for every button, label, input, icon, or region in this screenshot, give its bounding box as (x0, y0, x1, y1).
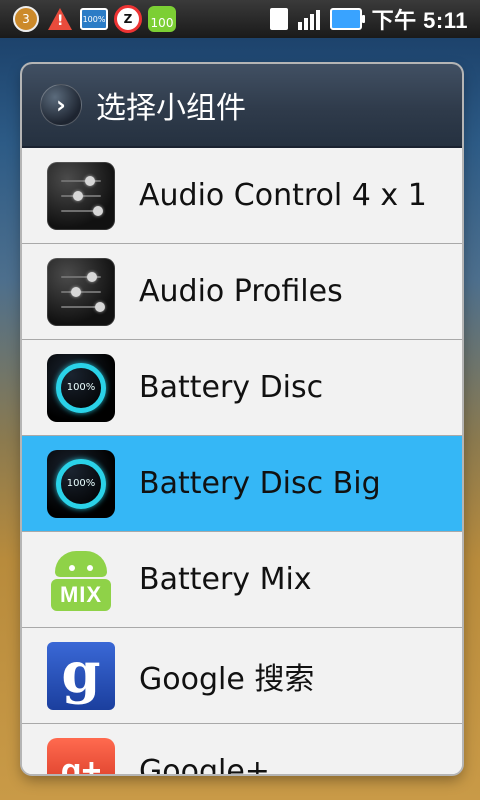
list-item-label: Audio Profiles (139, 274, 343, 309)
battery-widget-text: 100% (80, 8, 108, 30)
battery-widget-icon: 100% (80, 5, 108, 33)
google-search-icon: g (47, 639, 115, 710)
alarm-letter: Z (114, 5, 142, 33)
list-item-battery-disc-big[interactable]: 100% Battery Disc Big (22, 436, 462, 532)
battery-percent-text: 100% (66, 478, 96, 489)
list-item-label: Battery Disc (139, 370, 324, 405)
battery-ring-icon: 100% (56, 362, 106, 413)
list-item-audio-profiles[interactable]: Audio Profiles (22, 244, 462, 340)
battery-icon (329, 8, 365, 30)
status-time: 下午 5:11 (371, 8, 468, 33)
list-item-audio-control[interactable]: Audio Control 4 x 1 (22, 148, 462, 244)
battery-percent-text: 100% (66, 382, 96, 393)
list-item-label: Google+ (139, 754, 270, 774)
list-item-label: Google 搜索 (139, 661, 315, 697)
system-status: 下午 5:11 (269, 3, 480, 35)
list-item-label: Battery Disc Big (139, 466, 381, 501)
battery-mix-icon: MIX (47, 546, 115, 614)
signal-strength-icon (297, 8, 320, 30)
list-item-label: Battery Mix (139, 562, 312, 597)
notification-icons: 3 ! 100% Z 100 (0, 5, 176, 33)
notification-count-badge: 3 (13, 6, 39, 32)
list-item-google-plus[interactable]: g+ Google+ (22, 724, 462, 774)
battery-ring-icon: 100% (56, 458, 106, 509)
list-item-battery-mix[interactable]: MIX Battery Mix (22, 532, 462, 628)
android-notification-badge: 100 (148, 6, 176, 32)
google-plus-icon: g+ (47, 737, 115, 774)
battery-disc-icon: 100% (47, 353, 115, 422)
list-item-google-search[interactable]: g Google 搜索 (22, 628, 462, 724)
audio-control-icon (47, 161, 115, 230)
chevron-right-icon: › (40, 84, 82, 126)
android-notification-icon: 100 (148, 5, 176, 33)
widget-picker-dialog: › 选择小组件 Audio Control 4 x 1 Audio Profil… (22, 64, 462, 774)
audio-profiles-icon (47, 257, 115, 326)
alarm-clock-icon: Z (114, 5, 142, 33)
dialog-header: › 选择小组件 (22, 64, 462, 148)
status-bar: 3 ! 100% Z 100 下午 5:11 (0, 0, 480, 38)
dialog-title: 选择小组件 (96, 91, 246, 126)
google-g-letter: g (61, 639, 101, 706)
mix-label: MIX (51, 578, 111, 611)
android-head-icon (55, 550, 107, 577)
gplus-text: g+ (60, 752, 102, 774)
widget-list[interactable]: Audio Control 4 x 1 Audio Profiles 100% … (22, 148, 462, 774)
sim-card-icon (269, 8, 288, 30)
list-item-battery-disc[interactable]: 100% Battery Disc (22, 340, 462, 436)
warning-icon: ! (46, 5, 74, 33)
list-item-label: Audio Control 4 x 1 (139, 178, 427, 213)
battery-disc-big-icon: 100% (47, 449, 115, 518)
notification-count-icon: 3 (12, 5, 40, 33)
